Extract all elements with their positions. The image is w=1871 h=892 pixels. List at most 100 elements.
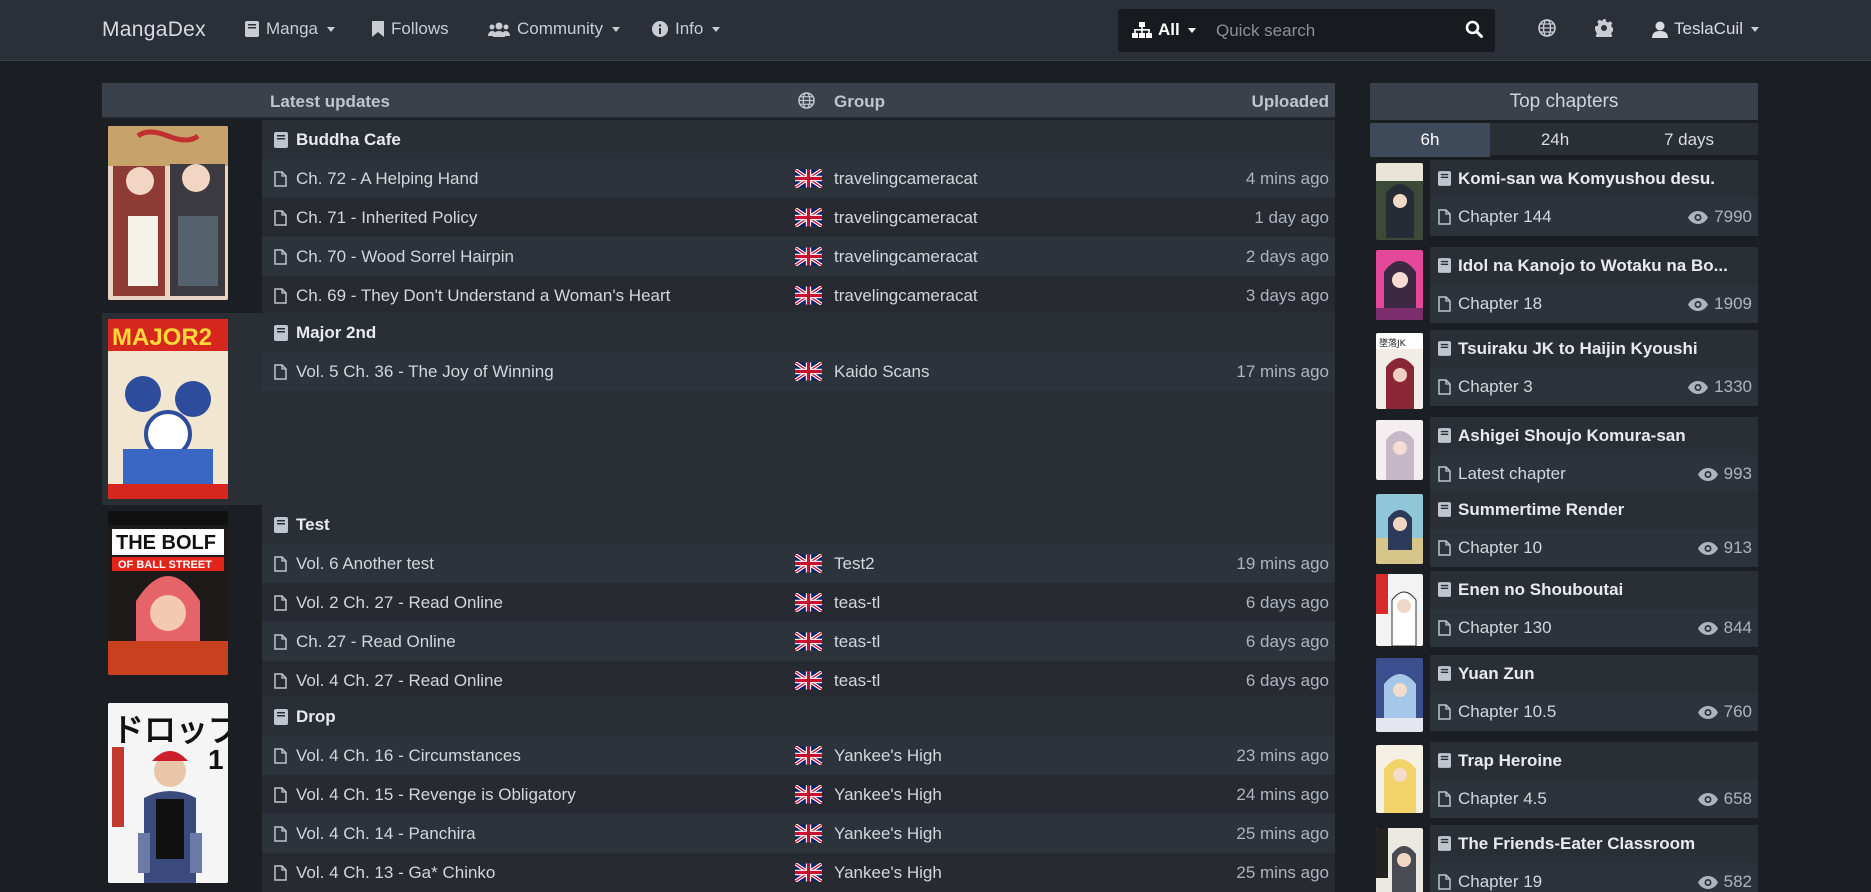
search-button[interactable] bbox=[1465, 20, 1483, 43]
manga-thumbnail[interactable] bbox=[1376, 745, 1423, 813]
tab-6h[interactable]: 6h bbox=[1370, 123, 1490, 157]
group-link[interactable]: teas-tl bbox=[834, 632, 880, 652]
group-link[interactable]: Yankee's High bbox=[834, 863, 942, 883]
manga-cover[interactable] bbox=[108, 126, 228, 300]
manga-thumbnail[interactable] bbox=[1376, 494, 1423, 564]
manga-group-buddha-cafe: Buddha Cafe Ch. 72 - A Helping Hand trav… bbox=[102, 120, 1335, 315]
settings-button[interactable] bbox=[1595, 19, 1615, 42]
manga-thumbnail[interactable] bbox=[1376, 828, 1423, 892]
file-icon bbox=[274, 865, 287, 886]
file-icon bbox=[274, 249, 287, 270]
manga-group-major-2nd: MAJOR2 Major 2nd Vol. 5 Ch. 36 - The Joy… bbox=[102, 313, 1335, 505]
top-chapter-link[interactable]: Chapter 4.5 bbox=[1458, 789, 1547, 809]
top-chapter-manga-link[interactable]: Summertime Render bbox=[1458, 500, 1624, 520]
group-link[interactable]: Kaido Scans bbox=[834, 362, 929, 382]
manga-thumbnail[interactable]: 墜落JK bbox=[1376, 333, 1423, 409]
chapter-link[interactable]: Vol. 4 Ch. 16 - Circumstances bbox=[296, 746, 521, 766]
group-column-header: Group bbox=[834, 92, 885, 111]
file-icon bbox=[1438, 540, 1451, 561]
manga-thumbnail[interactable] bbox=[1376, 163, 1423, 240]
top-chapter-title-row: Ashigei Shoujo Komura-san bbox=[1430, 417, 1758, 455]
top-chapter-manga-link[interactable]: Idol na Kanojo to Wotaku na Bo... bbox=[1458, 256, 1728, 276]
chapter-link[interactable]: Ch. 69 - They Don't Understand a Woman's… bbox=[296, 286, 670, 306]
gear-icon bbox=[1595, 19, 1615, 41]
chapter-link[interactable]: Vol. 4 Ch. 14 - Panchira bbox=[296, 824, 476, 844]
manga-title-link[interactable]: Test bbox=[296, 515, 330, 535]
uk-flag-icon bbox=[795, 554, 822, 573]
svg-text:THE BOLF: THE BOLF bbox=[116, 532, 216, 554]
eye-icon bbox=[1697, 792, 1718, 806]
manga-cover[interactable]: THE BOLF OF BALL STREET bbox=[108, 511, 228, 675]
view-count: 913 bbox=[1697, 538, 1752, 558]
group-link[interactable]: teas-tl bbox=[834, 671, 880, 691]
top-chapter-title-row: Tsuiraku JK to Haijin Kyoushi bbox=[1430, 330, 1758, 368]
top-chapter-info-row: Latest chapter 993 bbox=[1430, 455, 1758, 493]
chapter-link[interactable]: Vol. 4 Ch. 27 - Read Online bbox=[296, 671, 503, 691]
manga-thumbnail[interactable] bbox=[1376, 420, 1423, 480]
chapter-link[interactable]: Vol. 2 Ch. 27 - Read Online bbox=[296, 593, 503, 613]
chapter-link[interactable]: Vol. 4 Ch. 15 - Revenge is Obligatory bbox=[296, 785, 576, 805]
chapter-row: Vol. 2 Ch. 27 - Read Online teas-tl 6 da… bbox=[262, 583, 1335, 622]
top-chapter-manga-link[interactable]: The Friends-Eater Classroom bbox=[1458, 834, 1695, 854]
nav-info[interactable]: Info bbox=[652, 19, 721, 39]
chapter-link[interactable]: Ch. 72 - A Helping Hand bbox=[296, 169, 478, 189]
manga-thumbnail[interactable] bbox=[1376, 658, 1423, 732]
top-chapter-manga-link[interactable]: Yuan Zun bbox=[1458, 664, 1535, 684]
chevron-down-icon bbox=[1187, 27, 1196, 33]
top-chapter-item: The Friends-Eater Classroom Chapter 19 5… bbox=[1370, 825, 1758, 892]
search-scope-dropdown[interactable]: All bbox=[1132, 20, 1196, 40]
svg-text:OF BALL STREET: OF BALL STREET bbox=[118, 559, 212, 571]
group-link[interactable]: Yankee's High bbox=[834, 824, 942, 844]
top-chapter-manga-link[interactable]: Komi-san wa Komyushou desu. bbox=[1458, 169, 1715, 189]
group-link[interactable]: travelingcameracat bbox=[834, 208, 978, 228]
nav-community[interactable]: Community bbox=[488, 19, 620, 39]
top-chapter-manga-link[interactable]: Enen no Shouboutai bbox=[1458, 580, 1623, 600]
top-chapter-item: 墜落JK Tsuiraku JK to Haijin Kyoushi Chapt… bbox=[1370, 330, 1758, 414]
language-button[interactable] bbox=[1538, 19, 1556, 42]
top-chapter-manga-link[interactable]: Ashigei Shoujo Komura-san bbox=[1458, 426, 1686, 446]
top-chapter-link[interactable]: Chapter 3 bbox=[1458, 377, 1533, 397]
tab-24h[interactable]: 24h bbox=[1490, 123, 1620, 157]
top-chapter-manga-link[interactable]: Trap Heroine bbox=[1458, 751, 1562, 771]
file-icon bbox=[1438, 379, 1451, 400]
group-link[interactable]: Test2 bbox=[834, 554, 875, 574]
chapter-link[interactable]: Ch. 71 - Inherited Policy bbox=[296, 208, 477, 228]
group-link[interactable]: travelingcameracat bbox=[834, 286, 978, 306]
top-chapter-link[interactable]: Chapter 18 bbox=[1458, 294, 1542, 314]
manga-thumbnail[interactable] bbox=[1376, 250, 1423, 320]
chapter-link[interactable]: Vol. 6 Another test bbox=[296, 554, 434, 574]
chapter-link[interactable]: Vol. 5 Ch. 36 - The Joy of Winning bbox=[296, 362, 554, 382]
chapter-link[interactable]: Ch. 70 - Wood Sorrel Hairpin bbox=[296, 247, 514, 267]
nav-follows[interactable]: Follows bbox=[372, 19, 449, 39]
manga-title-link[interactable]: Buddha Cafe bbox=[296, 130, 401, 150]
view-count-value: 658 bbox=[1723, 789, 1752, 808]
tab-7-days[interactable]: 7 days bbox=[1620, 123, 1758, 157]
manga-title-link[interactable]: Drop bbox=[296, 707, 336, 727]
manga-title-link[interactable]: Major 2nd bbox=[296, 323, 376, 343]
top-chapter-link[interactable]: Chapter 130 bbox=[1458, 618, 1552, 638]
user-menu[interactable]: TeslaCuil bbox=[1652, 19, 1759, 39]
search-input[interactable] bbox=[1216, 14, 1446, 47]
upload-time: 17 mins ago bbox=[1236, 362, 1329, 381]
top-chapter-link[interactable]: Latest chapter bbox=[1458, 464, 1566, 484]
manga-title-row: Drop bbox=[262, 697, 1335, 736]
manga-cover[interactable]: MAJOR2 bbox=[108, 319, 228, 499]
group-link[interactable]: travelingcameracat bbox=[834, 247, 978, 267]
view-count: 844 bbox=[1697, 618, 1752, 638]
top-chapter-link[interactable]: Chapter 10.5 bbox=[1458, 702, 1556, 722]
manga-thumbnail[interactable] bbox=[1376, 574, 1423, 646]
group-link[interactable]: teas-tl bbox=[834, 593, 880, 613]
top-chapter-link[interactable]: Chapter 10 bbox=[1458, 538, 1542, 558]
top-chapter-link[interactable]: Chapter 144 bbox=[1458, 207, 1552, 227]
chapter-link[interactable]: Vol. 4 Ch. 13 - Ga* Chinko bbox=[296, 863, 495, 883]
group-link[interactable]: Yankee's High bbox=[834, 785, 942, 805]
file-icon bbox=[1438, 874, 1451, 892]
group-link[interactable]: travelingcameracat bbox=[834, 169, 978, 189]
chapter-link[interactable]: Ch. 27 - Read Online bbox=[296, 632, 456, 652]
manga-cover[interactable]: ドロップ 1 bbox=[108, 703, 228, 883]
group-link[interactable]: Yankee's High bbox=[834, 746, 942, 766]
nav-manga[interactable]: Manga bbox=[245, 19, 335, 39]
top-chapter-manga-link[interactable]: Tsuiraku JK to Haijin Kyoushi bbox=[1458, 339, 1698, 359]
top-chapter-link[interactable]: Chapter 19 bbox=[1458, 872, 1542, 892]
brand-logo[interactable]: MangaDex bbox=[102, 18, 206, 42]
